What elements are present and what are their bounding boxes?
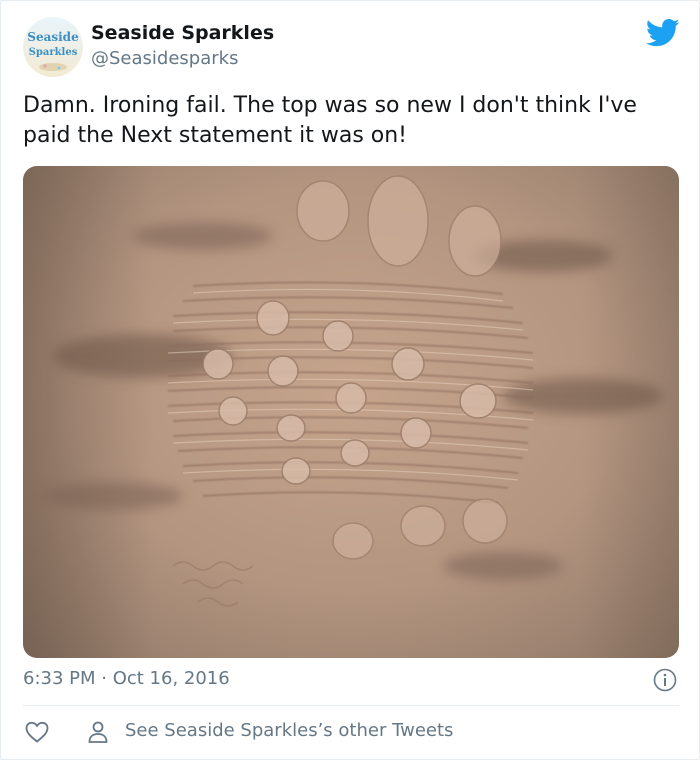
tweet-card: Seaside Sparkles Seaside Sparkles @Seasi… (0, 0, 700, 760)
heart-icon[interactable] (25, 721, 49, 743)
divider (23, 705, 679, 706)
info-icon[interactable] (653, 668, 677, 692)
avatar-logo-line1: Seaside (27, 30, 79, 44)
avatar-logo-line2: Sparkles (29, 47, 78, 58)
twitter-bird-icon[interactable] (646, 18, 680, 48)
tweet-photo[interactable] (23, 166, 679, 658)
other-tweets-link[interactable]: See Seaside Sparkles’s other Tweets (125, 720, 453, 741)
display-name[interactable]: Seaside Sparkles (91, 22, 274, 44)
tweet-timestamp[interactable]: 6:33 PM · Oct 16, 2016 (23, 668, 230, 689)
handle[interactable]: @Seasidesparks (91, 48, 238, 69)
person-icon (88, 721, 108, 743)
avatar[interactable]: Seaside Sparkles (23, 17, 83, 77)
tweet-text: Damn. Ironing fail. The top was so new I… (23, 93, 637, 148)
